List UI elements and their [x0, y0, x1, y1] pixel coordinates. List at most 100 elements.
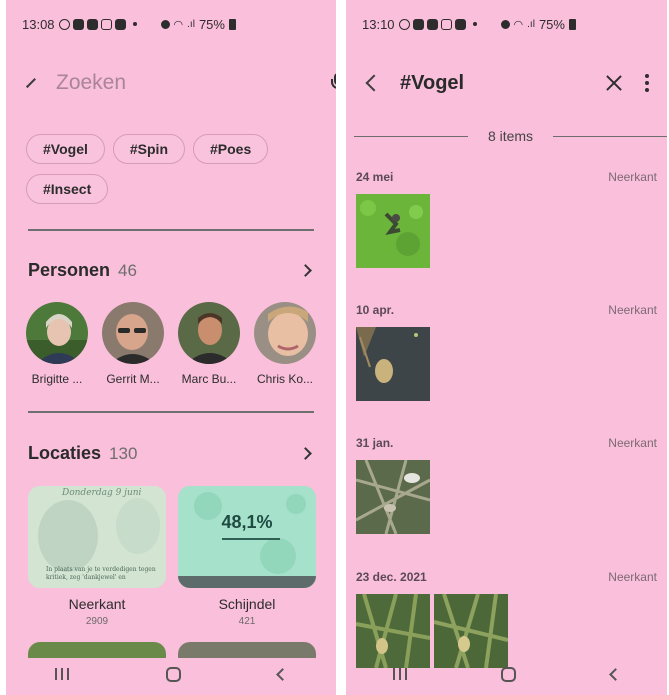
photo-thumbnail[interactable] [356, 594, 430, 668]
people-title: Personen [28, 260, 111, 280]
location-cards-next-row [28, 642, 316, 658]
recents-button[interactable] [54, 668, 69, 680]
divider [28, 229, 314, 231]
location-thumbnail[interactable] [178, 642, 316, 658]
person-name: Gerrit M... [106, 372, 160, 386]
date-group: 23 dec. 2021 Neerkant [356, 570, 657, 668]
wifi-icon: ◠ [173, 18, 184, 31]
more-notifications-icon [472, 22, 477, 26]
tag-chip-insect[interactable]: #Insect [26, 174, 109, 204]
close-icon[interactable] [605, 74, 623, 92]
people-section-header[interactable]: Personen 46 [28, 260, 314, 281]
tag-chip-poes[interactable]: #Poes [193, 134, 269, 164]
mail-icon [454, 18, 466, 30]
battery-icon [228, 18, 236, 30]
locations-title: Locaties [28, 443, 102, 463]
instagram-icon [440, 18, 452, 30]
avatar [254, 302, 316, 364]
photo-thumbnail[interactable] [356, 327, 430, 401]
thumbnail-stat: 48,1% [221, 512, 273, 532]
location-count: 421 [238, 616, 256, 627]
location-cards: Donderdag 9 juni In plaats van je te ver… [28, 486, 316, 627]
home-button[interactable] [165, 666, 181, 682]
location-card-schijndel[interactable]: 48,1% Schijndel 421 [178, 486, 316, 627]
tag-chip-spin[interactable]: #Spin [112, 134, 185, 164]
group-date: 23 dec. 2021 [356, 570, 427, 584]
person-name: Marc Bu... [181, 372, 237, 386]
location-thumbnail: Donderdag 9 juni In plaats van je te ver… [28, 486, 166, 588]
news-icon [426, 18, 438, 30]
chevron-right-icon[interactable] [299, 447, 312, 460]
twitter-icon [412, 18, 424, 30]
group-location[interactable]: Neerkant [608, 303, 657, 317]
home-button[interactable] [501, 666, 517, 682]
recents-button[interactable] [393, 668, 408, 680]
back-arrow-icon[interactable] [365, 74, 383, 92]
group-date: 10 apr. [356, 303, 395, 317]
navigation-bar [6, 659, 336, 689]
group-location[interactable]: Neerkant [608, 436, 657, 450]
status-bar: 13:10 ◠ .ıl 75% [362, 14, 657, 34]
mail-icon [114, 18, 126, 30]
battery-icon [568, 18, 576, 30]
date-group: 10 apr. Neerkant [356, 303, 657, 401]
back-button[interactable] [608, 667, 622, 681]
tag-chips: #Vogel #Spin #Poes #Insect [26, 134, 316, 204]
instagram-icon [100, 18, 112, 30]
person-item[interactable]: Brigitte ... [26, 302, 88, 386]
avatar [26, 302, 88, 364]
avatar [178, 302, 240, 364]
alarm-icon [160, 19, 170, 29]
locations-section-header[interactable]: Locaties 130 [28, 443, 314, 464]
tag-chip-vogel[interactable]: #Vogel [26, 134, 105, 164]
system-icons: ◠ .ıl 75% [487, 17, 576, 32]
locations-count: 130 [109, 443, 138, 463]
photo-thumbnail[interactable] [356, 194, 430, 268]
divider [28, 411, 314, 413]
battery-percent: 75% [538, 16, 565, 32]
thumbnail-caption-top: Donderdag 9 juni [62, 488, 142, 498]
date-group: 31 jan. Neerkant [356, 436, 657, 534]
location-name: Neerkant [68, 596, 126, 612]
date-group: 24 mei Neerkant [356, 170, 657, 268]
album-header: #Vogel [362, 68, 653, 98]
album-screen: 13:10 ◠ .ıl 75% #Vogel 8 items 24 mei Ne… [346, 0, 667, 695]
status-time: 13:08 [22, 16, 55, 32]
thumbnail-caption-bottom: In plaats van je te verdedigen tegen kri… [46, 566, 156, 581]
person-item[interactable]: Chris Ko... [254, 302, 316, 386]
group-date: 31 jan. [356, 436, 394, 450]
person-item[interactable]: Marc Bu... [178, 302, 240, 386]
group-location[interactable]: Neerkant [608, 570, 657, 584]
photo-thumbnail[interactable] [434, 594, 508, 668]
wifi-icon: ◠ [513, 18, 524, 31]
search-input[interactable] [56, 71, 327, 95]
person-name: Brigitte ... [31, 372, 83, 386]
photo-thumbnail[interactable] [356, 460, 430, 534]
people-count: 46 [118, 260, 137, 280]
person-item[interactable]: Gerrit M... [102, 302, 164, 386]
item-count-divider: 8 items [354, 128, 667, 144]
people-list: Brigitte ... Gerrit M... Marc Bu... Chri… [26, 302, 326, 386]
notification-icons [398, 18, 477, 30]
search-bar [24, 68, 336, 98]
location-thumbnail[interactable] [28, 642, 166, 658]
avatar [102, 302, 164, 364]
status-bar: 13:08 ◠ .ıl 75% [22, 14, 326, 34]
location-thumbnail: 48,1% [178, 486, 316, 588]
album-title: #Vogel [400, 71, 465, 94]
group-date: 24 mei [356, 170, 394, 184]
notification-icons [58, 18, 137, 30]
more-notifications-icon [132, 22, 137, 26]
back-arrow-icon[interactable] [26, 78, 36, 88]
more-options-icon[interactable] [645, 74, 649, 92]
location-card-neerkant[interactable]: Donderdag 9 juni In plaats van je te ver… [28, 486, 166, 627]
twitter-icon [72, 18, 84, 30]
navigation-bar [346, 659, 667, 689]
group-location[interactable]: Neerkant [608, 170, 657, 184]
back-button[interactable] [276, 667, 290, 681]
chevron-right-icon[interactable] [299, 264, 312, 277]
search-screen: 13:08 ◠ .ıl 75% #Vogel #Spin #Poes #Inse… [6, 0, 336, 695]
location-name: Schijndel [218, 596, 276, 612]
location-count: 2909 [85, 616, 109, 627]
news-icon [86, 18, 98, 30]
